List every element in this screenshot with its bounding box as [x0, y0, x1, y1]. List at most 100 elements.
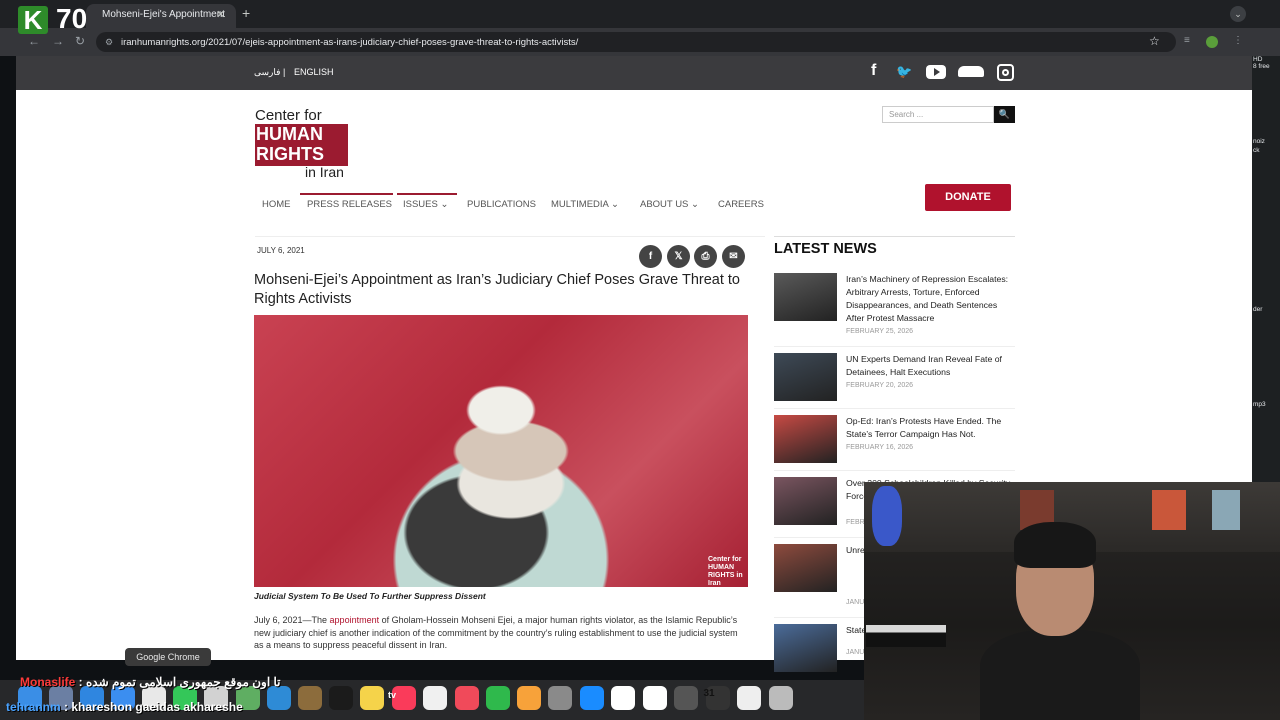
profile-avatar[interactable] — [1206, 36, 1218, 48]
print-icon[interactable]: ⎙ — [694, 245, 717, 268]
news-date: FEBRUARY 25, 2026 — [846, 328, 914, 335]
news-thumbnail[interactable] — [774, 273, 837, 321]
lang-divider: | — [283, 67, 286, 77]
logo-line1[interactable]: Center for — [255, 107, 322, 124]
nav-home[interactable]: HOME — [262, 199, 291, 210]
tab-title: Mohseni-Ejei's Appointment — [102, 9, 226, 20]
news-title[interactable]: Iran’s Machinery of Repression Escalates… — [846, 273, 1014, 325]
site-info-icon[interactable]: ⚙ — [105, 37, 113, 48]
chat-separator: : — [60, 700, 72, 714]
news-thumbnail[interactable] — [774, 353, 837, 401]
search-icon[interactable]: 🔍 — [994, 106, 1015, 123]
notes-icon[interactable] — [360, 686, 384, 710]
pages-icon[interactable] — [517, 686, 541, 710]
news-date: JANU — [846, 649, 865, 656]
facebook-icon[interactable]: f — [871, 62, 876, 80]
webcam-person-body — [980, 630, 1140, 720]
calendar-icon[interactable] — [423, 686, 447, 710]
chevron-down-icon: ⌄ — [611, 199, 619, 210]
dock-tooltip: Google Chrome — [125, 648, 211, 666]
site-topbar — [16, 56, 1252, 90]
nav-publications[interactable]: PUBLICATIONS — [467, 199, 536, 210]
lang-farsi-link[interactable]: فارسی — [254, 67, 280, 78]
nav-press-releases[interactable]: PRESS RELEASES — [307, 199, 392, 210]
instagram-icon[interactable] — [997, 64, 1014, 81]
x-share-icon[interactable]: 𝕏 — [667, 245, 690, 268]
browser-tab[interactable]: Mohseni-Ejei's Appointment — [86, 4, 236, 28]
chat-message: Monaslife : تا اون موقع جمهوری اسلامی تم… — [20, 675, 281, 689]
nav-multimedia[interactable]: MULTIMEDIA ⌄ — [551, 199, 619, 210]
webcam-person-beanie — [1014, 522, 1096, 568]
news-title[interactable]: UN Experts Demand Iran Reveal Fate of De… — [846, 353, 1014, 379]
article-title: Mohseni-Ejei’s Appointment as Iran’s Jud… — [254, 272, 740, 307]
webcam-poster — [1212, 490, 1240, 530]
chat-username: Monaslife — [20, 675, 76, 689]
chat-separator: : — [75, 675, 87, 689]
news-thumbnail[interactable] — [774, 624, 837, 672]
forward-icon[interactable]: → — [52, 34, 64, 48]
notes-folder-icon[interactable] — [298, 686, 322, 710]
logo-line4[interactable]: in Iran — [305, 164, 344, 180]
activity-icon[interactable] — [674, 686, 698, 710]
chevron-down-icon: ⌄ — [691, 199, 699, 210]
logo-line3: RIGHTS — [256, 144, 325, 164]
chat-message: tehrannm : khareshon gaeidas akhareshe — [6, 700, 243, 714]
nav-careers[interactable]: CAREERS — [718, 199, 764, 210]
calendar2-icon[interactable] — [643, 686, 667, 710]
divider — [774, 346, 1015, 347]
browser-menu-icon[interactable]: ⋮ — [1233, 35, 1243, 46]
site-logo[interactable]: HUMAN RIGHTS — [255, 124, 348, 166]
nav-multimedia-label: MULTIMEDIA — [551, 199, 609, 210]
twitter-icon[interactable]: 🐦 — [896, 64, 912, 80]
appletv-label: tv — [388, 690, 397, 700]
latest-news-heading: LATEST NEWS — [774, 241, 877, 257]
webcam-poster — [1152, 490, 1186, 530]
unity-icon[interactable] — [737, 686, 761, 710]
background-text: HD — [1253, 56, 1263, 63]
logo-line2: HUMAN — [256, 124, 323, 144]
lang-english-link[interactable]: ENGLISH — [294, 67, 334, 77]
body-prefix: July 6, 2021—The — [254, 615, 330, 625]
url-text[interactable]: iranhumanrights.org/2021/07/ejeis-appoin… — [121, 37, 578, 48]
youtube-icon[interactable] — [926, 65, 946, 79]
new-tab-icon[interactable]: + — [242, 5, 250, 21]
channel-logo: K — [18, 6, 48, 34]
nav-about-us[interactable]: ABOUT US ⌄ — [640, 199, 699, 210]
chat-text: تا اون موقع جمهوری اسلامی تموم شده — [86, 675, 281, 689]
news-thumbnail[interactable] — [774, 415, 837, 463]
donate-button[interactable]: DONATE — [925, 184, 1011, 211]
soundcloud-icon[interactable] — [958, 66, 984, 77]
settings-icon[interactable] — [548, 686, 572, 710]
disk-icon[interactable] — [769, 686, 793, 710]
freeform-icon[interactable] — [267, 686, 291, 710]
reload-icon[interactable]: ↻ — [75, 34, 85, 48]
notion-icon[interactable] — [611, 686, 635, 710]
background-window — [1252, 56, 1280, 482]
facebook-share-icon[interactable]: f — [639, 245, 662, 268]
news-thumbnail[interactable] — [774, 544, 837, 592]
appointment-link[interactable]: appointment — [330, 615, 380, 625]
reading-list-icon[interactable]: ≡ — [1184, 35, 1190, 46]
appstore-icon[interactable] — [580, 686, 604, 710]
news-thumbnail[interactable] — [774, 477, 837, 525]
news-date: JANU — [846, 599, 865, 606]
numbers-icon[interactable] — [486, 686, 510, 710]
appletv-icon[interactable] — [329, 686, 353, 710]
back-icon[interactable]: ← — [28, 34, 40, 48]
background-text: der — [1253, 306, 1263, 313]
divider — [774, 408, 1015, 409]
nav-issues[interactable]: ISSUES ⌄ — [403, 199, 448, 210]
news-title[interactable]: Op-Ed: Iran’s Protests Have Ended. The S… — [846, 415, 1014, 441]
chevron-down-icon: ⌄ — [440, 199, 449, 210]
divider — [774, 236, 1015, 237]
webcam-keyboard — [866, 625, 946, 647]
email-icon[interactable]: ✉ — [722, 245, 745, 268]
tab-search-icon[interactable]: ⌄ — [1230, 6, 1246, 22]
news-icon[interactable] — [455, 686, 479, 710]
webcam-guitar — [872, 486, 902, 546]
close-tab-icon[interactable]: ✕ — [216, 8, 225, 21]
news-date: FEBRUARY 16, 2026 — [846, 444, 914, 451]
search-input[interactable]: Search ... — [882, 106, 994, 123]
divider — [255, 236, 765, 237]
bookmark-star-icon[interactable]: ☆ — [1149, 34, 1160, 48]
